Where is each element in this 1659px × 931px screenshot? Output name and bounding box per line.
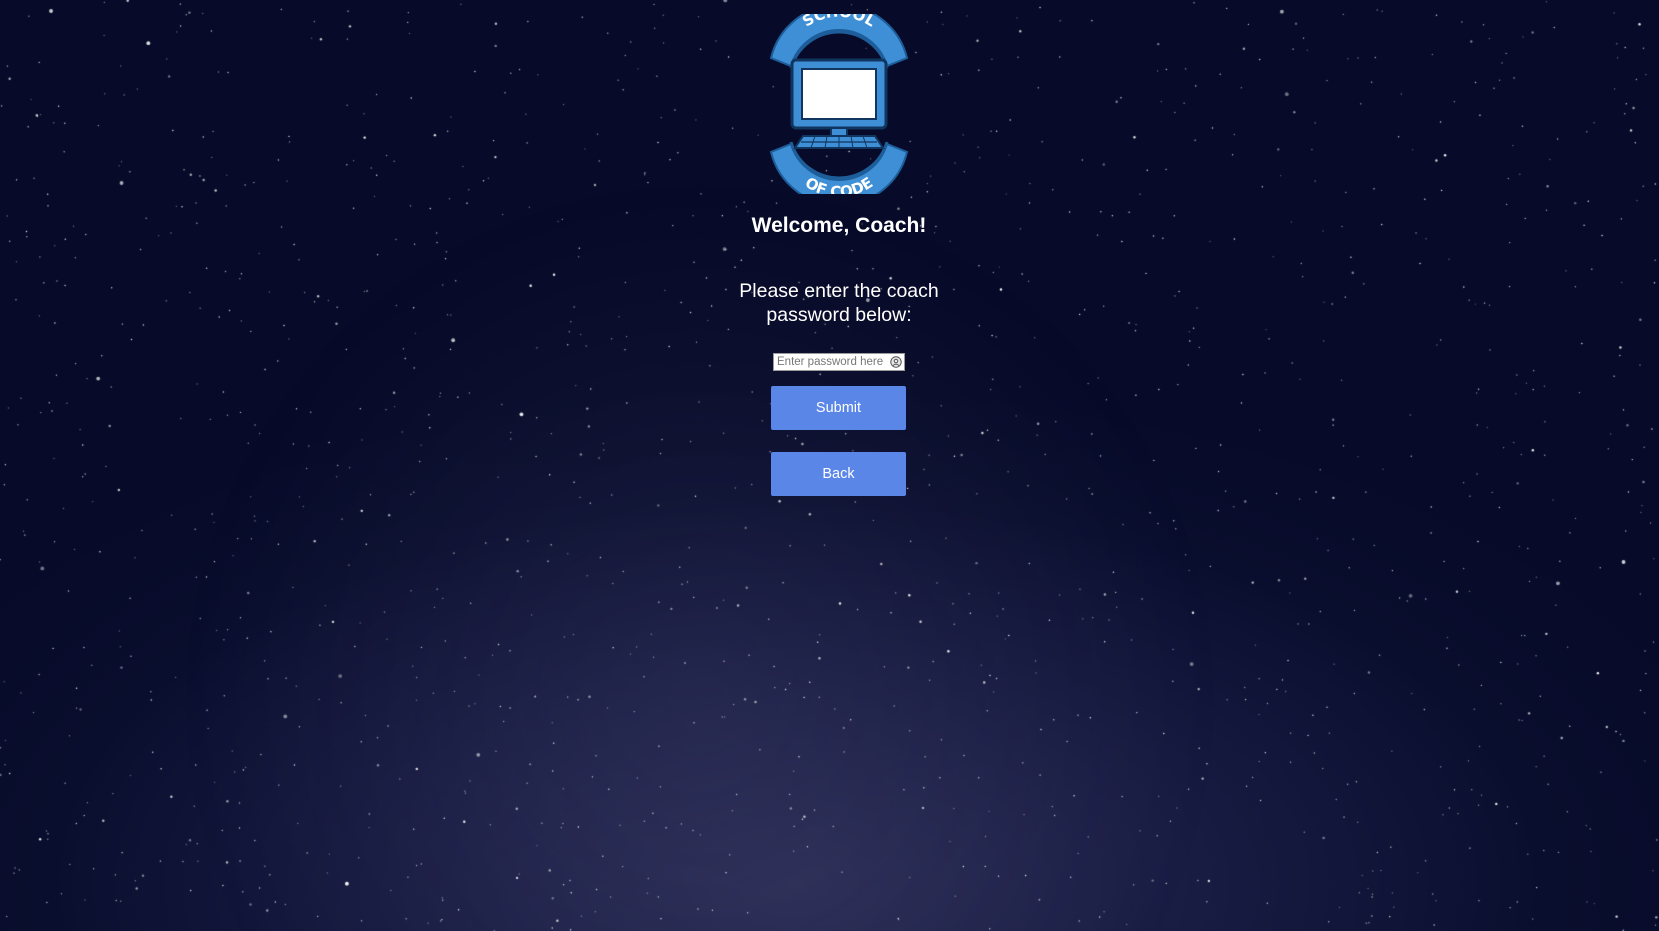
school-of-code-logo: SCHOOL OF CODE [769, 14, 909, 194]
password-input[interactable] [774, 354, 889, 370]
submit-button[interactable]: Submit [771, 386, 906, 430]
password-prompt: Please enter the coach password below: [739, 280, 939, 326]
password-field[interactable] [773, 353, 905, 371]
password-manager-key-icon[interactable] [890, 356, 902, 368]
back-button[interactable]: Back [771, 452, 906, 496]
page-title: Welcome, Coach! [751, 214, 927, 237]
coach-login-screen: SCHOOL OF CODE Welcome, Coach! Please en… [0, 0, 1659, 931]
